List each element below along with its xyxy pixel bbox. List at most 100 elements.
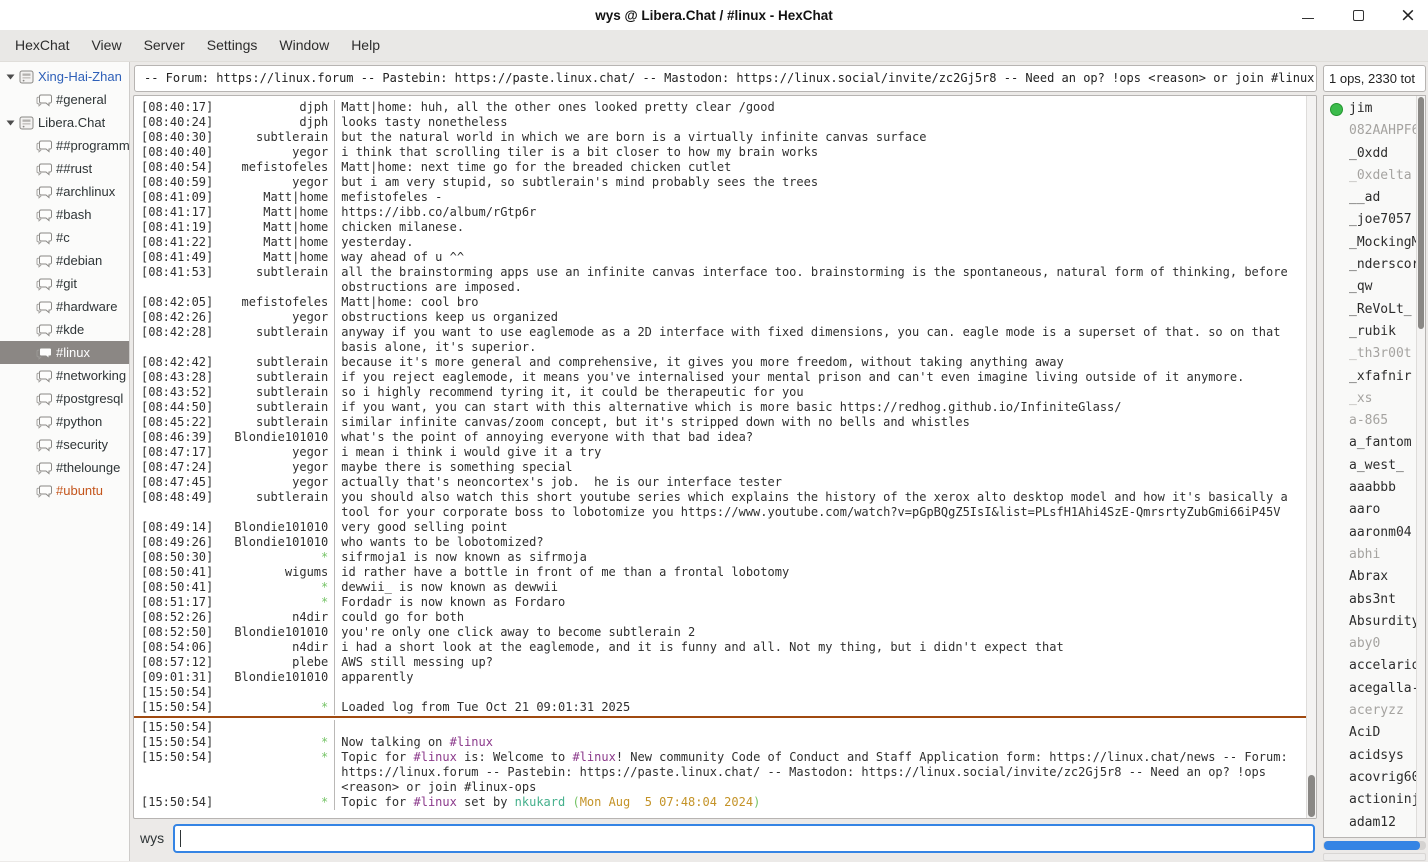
userlist-item[interactable]: aaronm04 [1324,522,1416,544]
minimize-button[interactable] [1296,3,1320,27]
sidebar-item--general[interactable]: #general [0,88,129,111]
message-text: you should also watch this short youtube… [335,490,1306,520]
userlist-item[interactable]: aaabbb [1324,477,1416,499]
sidebar-item--security[interactable]: #security [0,433,129,456]
userlist-item[interactable]: _0xdelta [1324,165,1416,187]
message-part: is: Welcome to [457,750,573,764]
tree-label: #linux [56,345,90,360]
userlist-item[interactable]: actioninj [1324,789,1416,811]
sidebar-item--archlinux[interactable]: #archlinux [0,180,129,203]
sidebar-item--hardware[interactable]: #hardware [0,295,129,318]
userlist-item[interactable]: _ReVoLt_ [1324,299,1416,321]
userlist-item[interactable]: accelario [1324,655,1416,677]
sidebar-item--bash[interactable]: #bash [0,203,129,226]
message-text: sifrmoja1 is now known as sifrmoja [335,550,1306,565]
userlist-item[interactable]: abs3nt [1324,589,1416,611]
userlist-item[interactable]: _xfafnir [1324,366,1416,388]
sidebar-item--git[interactable]: #git [0,272,129,295]
userlist: jim 082AAHPF6 _0xdd_0xdelta__ad_joe7057_Mo… [1324,96,1416,837]
userlist-item[interactable]: jim [1324,98,1416,120]
user-count: 1 ops, 2330 tot [1323,65,1426,92]
sidebar-item-xing-hai-zhan[interactable]: Xing-Hai-Zhan [0,65,129,88]
sidebar-item--c[interactable]: #c [0,226,129,249]
chat-message: [08:41:49]Matt|homeway ahead of u ^^ [134,250,1306,265]
message-text: you're only one click away to become sub… [335,625,1306,640]
tree-label: ##programming [56,138,129,153]
userlist-item[interactable]: acidsys [1324,745,1416,767]
userlist-scrollbar-thumb[interactable] [1418,97,1424,329]
chat-scrollbar[interactable] [1306,96,1316,818]
maximize-button[interactable] [1346,3,1370,27]
close-button[interactable]: × [1396,3,1420,27]
nick: wigums [213,565,335,580]
message-text: Topic for #linux is: Welcome to #linux! … [335,750,1306,795]
userlist-item[interactable]: Absurdity [1324,611,1416,633]
userlist-item[interactable]: __ad [1324,187,1416,209]
resize-grip[interactable] [1323,853,1426,861]
userlist-hscrollbar-thumb[interactable] [1324,841,1420,850]
sidebar-item--rust[interactable]: ##rust [0,157,129,180]
sidebar-item--python[interactable]: #python [0,410,129,433]
userlist-item[interactable]: _rubik [1324,321,1416,343]
sidebar-item--programming[interactable]: ##programming [0,134,129,157]
userlist-item[interactable]: AciD [1324,722,1416,744]
userlist-item[interactable]: acovrig60 [1324,767,1416,789]
userlist-item[interactable]: 082AAHPF6 [1324,120,1416,142]
userlist-scrollbar[interactable] [1416,96,1425,837]
sidebar-item--linux[interactable]: #linux [0,341,129,364]
message-input[interactable] [173,824,1315,853]
userlist-item[interactable]: _joe7057 [1324,209,1416,231]
nick: yegor [213,475,335,490]
userlist-item[interactable]: _qw [1324,276,1416,298]
nick: plebe [213,655,335,670]
userlist-item[interactable]: _th3r00t [1324,343,1416,365]
message-part-chan: #linux [414,750,457,764]
menu-settings[interactable]: Settings [196,30,269,61]
user-nick: 082AAHPF6 [1349,123,1416,138]
userlist-item[interactable]: _xs [1324,388,1416,410]
userlist-item[interactable]: aceryzz [1324,700,1416,722]
chat-message: [08:40:59]yegorbut i am very stupid, so … [134,175,1306,190]
userlist-item[interactable]: _nderscor [1324,254,1416,276]
userlist-item[interactable]: a-865 [1324,410,1416,432]
menu-window[interactable]: Window [268,30,340,61]
sidebar-item--debian[interactable]: #debian [0,249,129,272]
userlist-item[interactable]: aaro [1324,499,1416,521]
userlist-item[interactable]: adam12 [1324,812,1416,834]
nick: * [213,750,335,795]
menu-view[interactable]: View [80,30,132,61]
topic-bar[interactable]: -- Forum: https://linux.forum -- Pastebi… [134,65,1317,92]
chat-message: [08:52:26]n4dircould go for both [134,610,1306,625]
userlist-item[interactable]: _MockingM [1324,232,1416,254]
menu-help[interactable]: Help [340,30,391,61]
sidebar-item--postgresql[interactable]: #postgresql [0,387,129,410]
menu-hexchat[interactable]: HexChat [4,30,80,61]
tree-label: #networking [56,368,126,383]
sidebar-item-libera-chat[interactable]: Libera.Chat [0,111,129,134]
userlist-item[interactable]: _0xdd [1324,143,1416,165]
tree-label: #thelounge [56,460,120,475]
userlist-item[interactable]: acegalla- [1324,678,1416,700]
userlist-box: jim 082AAHPF6 _0xdd_0xdelta__ad_joe7057_Mo… [1323,95,1426,838]
userlist-item[interactable]: aby0 [1324,633,1416,655]
userlist-hscrollbar[interactable] [1323,841,1426,850]
userlist-item[interactable]: Abrax [1324,566,1416,588]
nick: Matt|home [213,250,335,265]
server-tree: Xing-Hai-Zhan#generalLibera.Chat ##progra… [0,62,130,861]
message-text: https://ibb.co/album/rGtp6r [335,205,1306,220]
timestamp: [08:44:50] [134,400,213,415]
userlist-item[interactable]: a_fantom [1324,432,1416,454]
menu-server[interactable]: Server [133,30,196,61]
message-text: Loaded log from Tue Oct 21 09:01:31 2025 [335,700,1306,715]
timestamp: [08:41:49] [134,250,213,265]
sidebar-item--thelounge[interactable]: #thelounge [0,456,129,479]
sidebar-item--kde[interactable]: #kde [0,318,129,341]
message-text: who wants to be lobotomized? [335,535,1306,550]
userlist-item[interactable]: a_west_ [1324,455,1416,477]
userlist-item[interactable]: abhi [1324,544,1416,566]
chat-scrollbar-thumb[interactable] [1308,775,1315,817]
sidebar-item--ubuntu[interactable]: #ubuntu [0,479,129,502]
timestamp: [08:50:30] [134,550,213,565]
timestamp: [15:50:54] [134,720,213,735]
sidebar-item--networking[interactable]: #networking [0,364,129,387]
